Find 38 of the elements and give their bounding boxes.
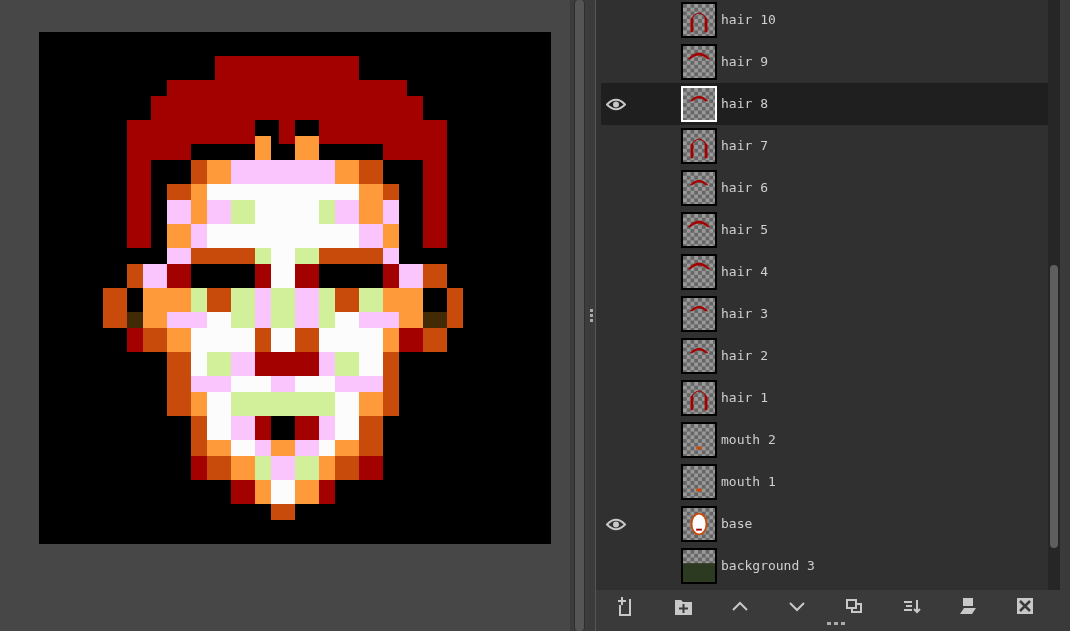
layer-thumbnail [683, 382, 715, 414]
delete-icon[interactable] [1015, 596, 1035, 616]
layer-thumbnail [683, 424, 715, 456]
grip-icon[interactable] [590, 308, 593, 323]
layer-thumbnail [683, 4, 715, 36]
layer-name: hair 4 [721, 263, 768, 282]
mask-icon[interactable] [958, 596, 978, 616]
layer-thumbnail [683, 88, 715, 120]
layer-name: hair 3 [721, 305, 768, 324]
layer-name: hair 6 [721, 179, 768, 198]
layer-thumbnail [683, 130, 715, 162]
eye-icon[interactable] [606, 517, 626, 531]
layer-name: base [721, 515, 753, 534]
layer-thumbnail [683, 172, 715, 204]
eye-icon[interactable] [606, 97, 626, 111]
layer-name: hair 9 [721, 53, 768, 72]
layer-name: hair 2 [721, 347, 768, 366]
layer-thumbnail [683, 214, 715, 246]
layer-thumbnail [683, 508, 715, 540]
layer-name: mouth 2 [721, 431, 776, 450]
layer-thumbnail [683, 466, 715, 498]
layer-name: hair 8 [721, 95, 768, 114]
layer-name: background 3 [721, 557, 815, 576]
layer-name: hair 10 [721, 11, 776, 30]
layer-name: hair 5 [721, 221, 768, 240]
layer-name: hair 7 [721, 137, 768, 156]
layer-thumbnail [683, 340, 715, 372]
layer-thumbnail [683, 46, 715, 78]
grip-icon[interactable] [827, 622, 845, 625]
layer-thumbnail [683, 256, 715, 288]
layer-thumbnail [683, 550, 715, 582]
layer-name: hair 1 [721, 389, 768, 408]
duplicate-icon[interactable] [844, 596, 864, 616]
layer-name: mouth 1 [721, 473, 776, 492]
layer-row[interactable]: hair 8 [601, 83, 1048, 125]
scrollbar[interactable] [573, 0, 585, 631]
scrollbar-thumb[interactable] [1050, 265, 1058, 548]
layer-thumbnail [683, 298, 715, 330]
